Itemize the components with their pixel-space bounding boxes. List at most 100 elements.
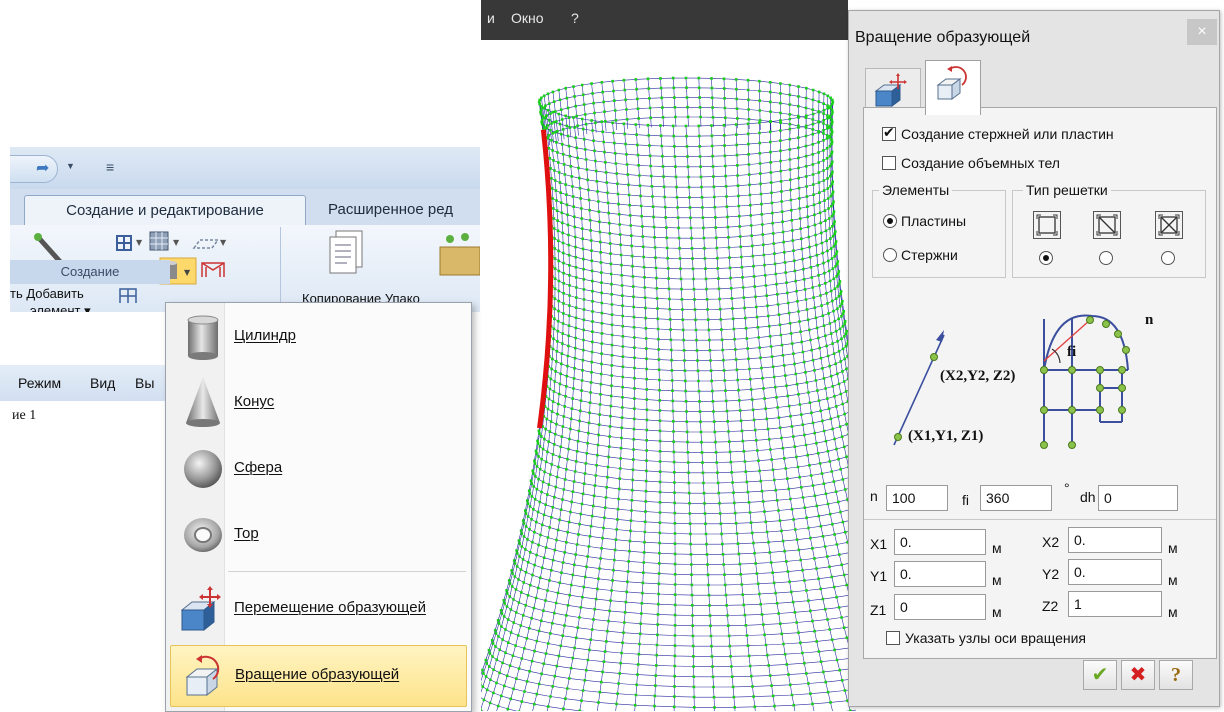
checkbox[interactable]: [882, 124, 896, 141]
lattice-diagonal-icon[interactable]: [1093, 211, 1121, 239]
radio-rods[interactable]: Стержни: [883, 247, 958, 263]
svg-text:▼: ▼: [173, 238, 180, 247]
help-button[interactable]: ?: [1159, 660, 1193, 690]
x1-input[interactable]: 0.: [894, 529, 986, 555]
radio-lattice-diagonal[interactable]: [1099, 251, 1113, 265]
pack-icon[interactable]: [439, 233, 480, 276]
shape-dropdown-menu: Цилиндр Конус Сфера Тор Перемещение обра…: [165, 302, 472, 712]
check-specify-axis-nodes[interactable]: Указать узлы оси вращения: [886, 630, 1086, 646]
tab-advanced-edit[interactable]: Расширенное ред: [328, 201, 453, 218]
z1-input[interactable]: 0: [894, 594, 986, 620]
lattice-cross-icon[interactable]: [1155, 211, 1183, 239]
quick-access-toolbar: ➦ ▼ ≡: [10, 147, 480, 189]
rotate-generatrix-icon: [185, 655, 220, 697]
tab-rotate-generatrix[interactable]: [925, 60, 981, 115]
radio-button[interactable]: [883, 214, 897, 228]
degree-symbol: °: [1064, 480, 1070, 496]
menu-item-label: Цилиндр: [234, 327, 296, 344]
mesh-grid-icon[interactable]: ▼: [149, 231, 180, 251]
y1-label: Y1: [870, 568, 888, 584]
rotation-diagram: (X2,Y2, Z2) (X1,Y1, Z1) fi n: [893, 312, 1154, 449]
rotate-generatrix-dialog: Вращение образующей × Создание стержней …: [848, 10, 1220, 707]
redo-button[interactable]: [10, 155, 58, 183]
menu-mode[interactable]: Режим: [18, 375, 61, 391]
unit-label: м: [992, 604, 1002, 620]
menu-view[interactable]: Вид: [90, 375, 115, 391]
divider: [864, 519, 1216, 520]
fi-input[interactable]: 360: [980, 485, 1052, 511]
dh-input[interactable]: 0: [1098, 485, 1178, 511]
menu-help[interactable]: ?: [571, 10, 579, 26]
close-button[interactable]: ×: [1187, 19, 1217, 45]
rotate-generatrix-icon: [936, 66, 967, 100]
model-viewport[interactable]: [481, 40, 856, 711]
copy-icon[interactable]: [329, 230, 363, 274]
elements-group-label: Элементы: [879, 182, 953, 198]
menu-window[interactable]: Окно: [511, 10, 544, 26]
cancel-button[interactable]: ✖: [1121, 660, 1155, 690]
plane-grid-icon[interactable]: ▼: [192, 238, 227, 249]
check-label: Указать узлы оси вращения: [905, 630, 1086, 646]
menu-item-sphere[interactable]: Сфера: [166, 439, 471, 499]
menu-item-label: Вращение образующей: [235, 666, 400, 683]
menu-item-rotate-generatrix[interactable]: Вращение образующей: [170, 645, 467, 707]
radio-button[interactable]: [883, 248, 897, 262]
ok-button[interactable]: ✔: [1083, 660, 1117, 690]
check-create-volumes[interactable]: Создание объемных тел: [882, 155, 1060, 171]
frame-icon[interactable]: [201, 262, 225, 277]
svg-text:▼: ▼: [184, 268, 191, 277]
unit-label: м: [992, 540, 1002, 556]
svg-text:▼: ▼: [220, 238, 227, 247]
menu-select[interactable]: Вы: [135, 375, 154, 391]
n-label: n: [1145, 312, 1154, 328]
unit-label: м: [992, 572, 1002, 588]
axis-node: [930, 353, 938, 361]
check-label: Создание объемных тел: [901, 155, 1060, 171]
radio-plates[interactable]: Пластины: [883, 213, 966, 229]
customize-qat-icon[interactable]: ≡: [106, 159, 114, 175]
add-element-label[interactable]: ть Добавить элемент ▾: [10, 285, 110, 312]
lattice-type-group: Тип решетки: [1012, 182, 1206, 278]
cone-icon: [186, 377, 220, 427]
menu-item-cone[interactable]: Конус: [166, 373, 471, 433]
mesh-node-marks: [481, 76, 856, 711]
move-generatrix-icon: [180, 586, 221, 632]
ribbon: ➦ ▼ ≡ Создание и редактирование Расширен…: [10, 147, 480, 312]
tab-create-edit[interactable]: Создание и редактирование: [24, 195, 306, 226]
sphere-icon: [184, 450, 222, 488]
check-create-rods-plates[interactable]: Создание стержней или пластин: [882, 124, 1114, 142]
n-input[interactable]: 100: [886, 485, 948, 511]
mesh-nodes: [481, 76, 856, 711]
checkbox[interactable]: [882, 156, 896, 170]
fi-field-label: fi: [962, 492, 969, 508]
checkbox[interactable]: [886, 631, 900, 645]
structure-icon[interactable]: [119, 288, 137, 303]
menu-item-label: Сфера: [234, 459, 283, 476]
elements-group: Элементы Пластины Стержни: [872, 182, 1006, 278]
chevron-down-icon[interactable]: ▼: [66, 161, 75, 171]
x2-input[interactable]: 0.: [1068, 527, 1162, 553]
menu-window-partial[interactable]: и: [487, 10, 495, 26]
lattice-square-icon[interactable]: [1033, 211, 1061, 239]
check-label: Создание стержней или пластин: [901, 126, 1114, 142]
n-field-label: n: [870, 488, 878, 504]
axis-arrowhead: [936, 330, 944, 342]
y1-input[interactable]: 0.: [894, 561, 986, 587]
x1-label: X1: [870, 536, 888, 552]
redo-icon: ➦: [36, 160, 50, 177]
lattice-type-label: Тип решетки: [1023, 182, 1111, 198]
radio-lattice-square[interactable]: [1039, 251, 1053, 265]
menu-item-move-generatrix[interactable]: Перемещение образующей: [166, 579, 471, 639]
menu-item-cylinder[interactable]: Цилиндр: [166, 307, 471, 367]
menu-item-torus[interactable]: Тор: [166, 505, 471, 565]
menu-item-label: Тор: [234, 525, 259, 542]
radio-label: Стержни: [901, 247, 958, 263]
y2-input[interactable]: 0.: [1068, 559, 1162, 585]
menu-item-label: Перемещение образующей: [234, 599, 426, 616]
radio-lattice-cross[interactable]: [1161, 251, 1175, 265]
z2-input[interactable]: 1: [1068, 591, 1162, 617]
unit-label: м: [1168, 540, 1178, 556]
cylinder-icon: [187, 315, 219, 360]
grid-icon[interactable]: ▼: [116, 235, 143, 251]
document-tab-label[interactable]: ие 1: [12, 408, 36, 424]
